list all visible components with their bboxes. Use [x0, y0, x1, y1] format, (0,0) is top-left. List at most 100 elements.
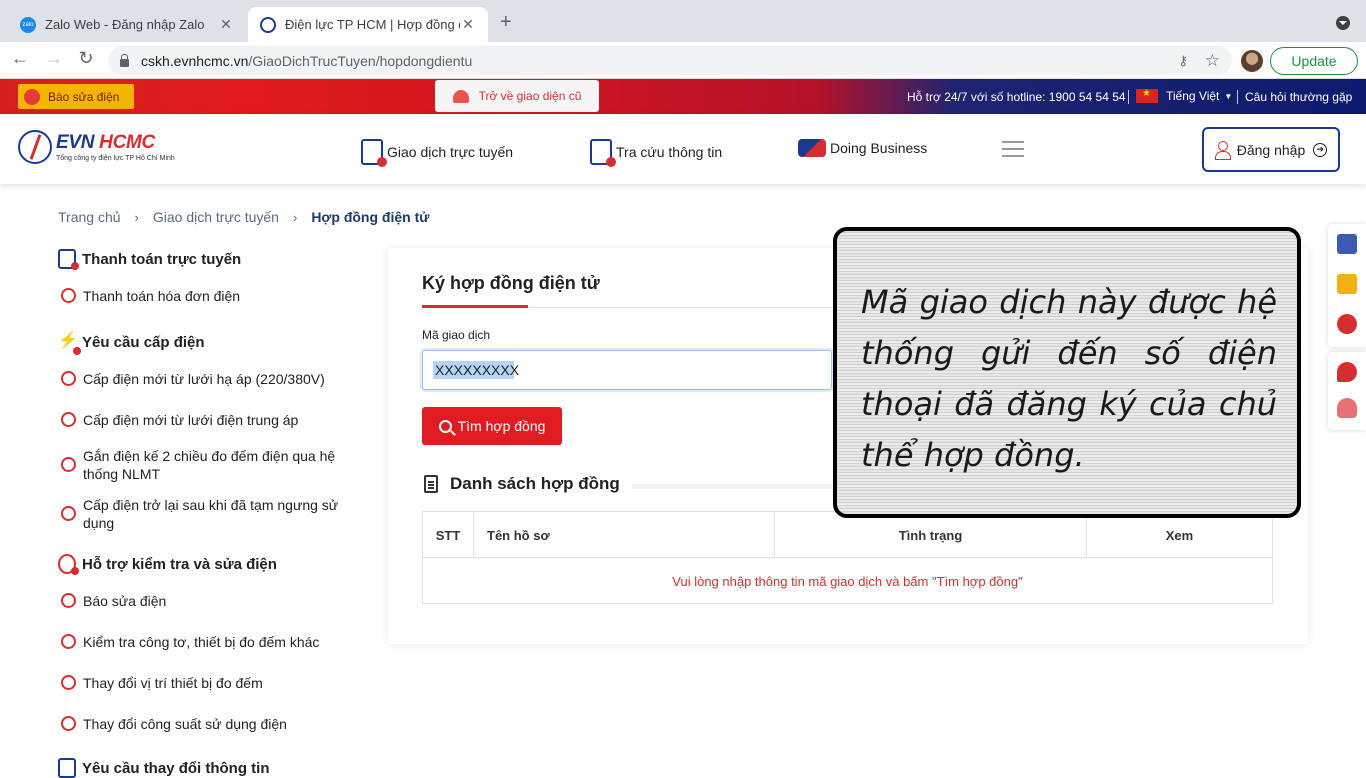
- menu-doing-business[interactable]: Doing Business: [798, 139, 927, 157]
- empty-table-message: Vui lòng nhập thông tin mã giao dịch và …: [672, 574, 1023, 589]
- report-outage-button[interactable]: Báo sửa điện: [18, 84, 134, 109]
- address-bar[interactable]: cskh.evnhcmc.vn/GiaoDichTrucTuyen/hopdon…: [108, 46, 1232, 75]
- divider: [1128, 90, 1129, 104]
- sidebar-item-pay-bill[interactable]: Thanh toán hóa đơn điện: [61, 287, 351, 305]
- logo-name: EVN HCMC: [56, 132, 175, 154]
- login-button[interactable]: Đăng nhập ➜: [1202, 127, 1340, 172]
- arrow-right-circle-icon: ➜: [1313, 142, 1328, 157]
- sidebar-group-repair: Hỗ trợ kiểm tra và sửa điện: [58, 554, 277, 575]
- chevron-right-icon: ›: [134, 209, 139, 225]
- breadcrumb-current: Hợp đồng điện tử: [311, 209, 430, 225]
- phone-24h-icon[interactable]: [1337, 362, 1357, 382]
- sidebar-group-change-info: Yêu cầu thay đổi thông tin: [58, 758, 270, 778]
- lightning-icon: [58, 330, 81, 355]
- profile-avatar[interactable]: [1241, 50, 1263, 72]
- sidebar-item-check-meter[interactable]: Kiểm tra công tơ, thiết bị đo đếm khác: [61, 633, 351, 651]
- browser-tabstrip: zalo Zalo Web - Đăng nhập Zalo ✕ Điện lự…: [0, 0, 1366, 42]
- bookmark-star-icon[interactable]: ☆: [1205, 51, 1220, 71]
- transaction-code-label: Mã giao dịch: [422, 328, 491, 342]
- sidebar-item-change-capacity[interactable]: Thay đổi công suất sử dụng điện: [61, 715, 351, 733]
- sidebar-group-title: Hỗ trợ kiểm tra và sửa điện: [82, 555, 277, 573]
- hotline-text: Hỗ trợ 24/7 với số hotline: 1900 54 54 5…: [907, 90, 1126, 104]
- heading-divider: [632, 484, 852, 489]
- evn-logo[interactable]: EVN HCMC Tổng công ty điện lực TP Hồ Chí…: [18, 130, 175, 164]
- sidebar-item-label: Kiểm tra công tơ, thiết bị đo đếm khác: [83, 634, 320, 650]
- old-ui-button[interactable]: Trở về giao diện cũ: [435, 80, 599, 112]
- menu-lookup[interactable]: Tra cứu thông tin: [590, 139, 722, 167]
- column-header-view: Xem: [1165, 527, 1194, 543]
- find-contract-label: Tìm hợp đồng: [457, 418, 546, 434]
- language-selector[interactable]: Tiếng Việt ▼: [1136, 88, 1232, 103]
- title-accent: [422, 305, 528, 308]
- sidebar-item-report-outage[interactable]: Báo sửa điện: [61, 592, 351, 610]
- login-label: Đăng nhập: [1236, 141, 1306, 158]
- sidebar-item-medium-voltage[interactable]: Cấp điện mới từ lưới điện trung áp: [61, 411, 351, 429]
- sidebar-item-label: Thay đổi vị trí thiết bị đo đếm: [83, 675, 263, 691]
- radio-icon: [61, 288, 76, 303]
- faq-link[interactable]: Câu hỏi thường gặp: [1245, 90, 1352, 104]
- breadcrumb-home[interactable]: Trang chủ: [58, 209, 121, 225]
- support-agent-icon[interactable]: [1337, 398, 1357, 418]
- site-topbar: Báo sửa điện Trở về giao diện cũ Hỗ trợ …: [0, 79, 1366, 114]
- update-button[interactable]: Update: [1270, 47, 1358, 75]
- sidebar-item-reconnect[interactable]: Cấp điện trở lại sau khi đã tạm ngưng sử…: [61, 496, 346, 532]
- floating-contact: [1328, 352, 1366, 430]
- radio-icon: [61, 506, 76, 521]
- sidebar-item-label: Cấp điện mới từ lưới điện trung áp: [83, 412, 299, 428]
- find-contract-button[interactable]: Tìm hợp đồng: [422, 407, 562, 445]
- column-header-status: Tình trạng: [775, 512, 1087, 558]
- tab-search-icon[interactable]: [1336, 16, 1350, 30]
- zalo-icon: zalo: [20, 16, 36, 33]
- sidebar-item-low-voltage[interactable]: Cấp điện mới từ lưới hạ áp (220/380V): [61, 370, 351, 388]
- sidebar-group-title: Yêu cầu thay đổi thông tin: [82, 759, 270, 777]
- reload-icon[interactable]: ↻: [74, 48, 98, 69]
- logo-name-a: EVN: [56, 132, 95, 153]
- close-tab-icon[interactable]: ✕: [218, 16, 234, 33]
- key-icon[interactable]: ⚷: [1178, 53, 1188, 69]
- notes-icon[interactable]: [1337, 274, 1357, 294]
- handshake-icon: [798, 139, 826, 157]
- sidebar-item-label: Cấp điện mới từ lưới hạ áp (220/380V): [83, 371, 325, 387]
- user-icon: [1214, 140, 1231, 160]
- radio-icon: [61, 593, 76, 608]
- calculator-icon[interactable]: [1337, 234, 1357, 254]
- tab-title: Điện lực TP HCM | Hợp đồng đ: [285, 17, 460, 32]
- contract-table: STT Tên hồ sơ Tình trạng Xem Vui lòng nh…: [422, 511, 1273, 604]
- transaction-code-value: XXXXXXXXX: [435, 362, 520, 378]
- browser-tab-zalo[interactable]: zalo Zalo Web - Đăng nhập Zalo ✕: [8, 7, 246, 42]
- language-label: Tiếng Việt: [1166, 89, 1220, 103]
- logo-subtitle: Tổng công ty điện lực TP Hồ Chí Minh: [56, 155, 175, 162]
- sidebar-item-label: Thay đổi công suất sử dụng điện: [83, 716, 287, 732]
- sidebar-item-move-meter[interactable]: Thay đổi vị trí thiết bị đo đếm: [61, 674, 351, 692]
- contract-list-title: Danh sách hợp đồng: [450, 474, 620, 493]
- table-header: STT Tên hồ sơ Tình trạng Xem: [423, 512, 1272, 558]
- help-icon[interactable]: [1337, 314, 1357, 334]
- new-tab-icon[interactable]: +: [500, 12, 512, 32]
- annotation-callout: Mã giao dịch này được hệ thống gửi đến s…: [833, 227, 1301, 518]
- browser-toolbar: ← → ↻ cskh.evnhcmc.vn/GiaoDichTrucTuyen/…: [0, 42, 1366, 79]
- column-header-stt: STT: [423, 512, 474, 558]
- menu-online-transactions[interactable]: Giao dịch trực tuyến: [361, 139, 514, 167]
- vietnam-flag-icon: [1136, 88, 1158, 103]
- sidebar-item-bidirectional-meter[interactable]: Gắn điện kế 2 chiều đo đếm điện qua hệ t…: [61, 447, 346, 483]
- sidebar-item-label: Thanh toán hóa đơn điện: [83, 288, 241, 304]
- close-tab-icon[interactable]: ✕: [460, 16, 476, 33]
- sidebar-group-title: Thanh toán trực tuyến: [82, 250, 242, 268]
- chevron-right-icon: ›: [292, 209, 298, 225]
- url-path: /GiaoDichTrucTuyen/hopdongdientu: [248, 52, 473, 69]
- tab-title: Zalo Web - Đăng nhập Zalo: [45, 17, 205, 32]
- hamburger-menu-icon[interactable]: [1002, 141, 1024, 157]
- breadcrumb: Trang chủ › Giao dịch trực tuyến › Hợp đ…: [58, 209, 429, 225]
- radio-icon: [61, 716, 76, 731]
- back-icon[interactable]: ←: [8, 48, 32, 69]
- menu-label: Giao dịch trực tuyến: [387, 144, 514, 160]
- breadcrumb-online-transactions[interactable]: Giao dịch trực tuyến: [153, 209, 279, 225]
- radio-icon: [61, 675, 76, 690]
- page-title: Ký hợp đồng điện tử: [422, 273, 600, 293]
- old-ui-label: Trở về giao diện cũ: [478, 89, 582, 103]
- forward-icon[interactable]: →: [42, 48, 66, 69]
- lock-icon: [120, 53, 129, 67]
- floating-toolbar: [1328, 224, 1366, 347]
- browser-tab-evn[interactable]: Điện lực TP HCM | Hợp đồng đ ✕: [248, 7, 488, 42]
- document-icon: [424, 475, 438, 493]
